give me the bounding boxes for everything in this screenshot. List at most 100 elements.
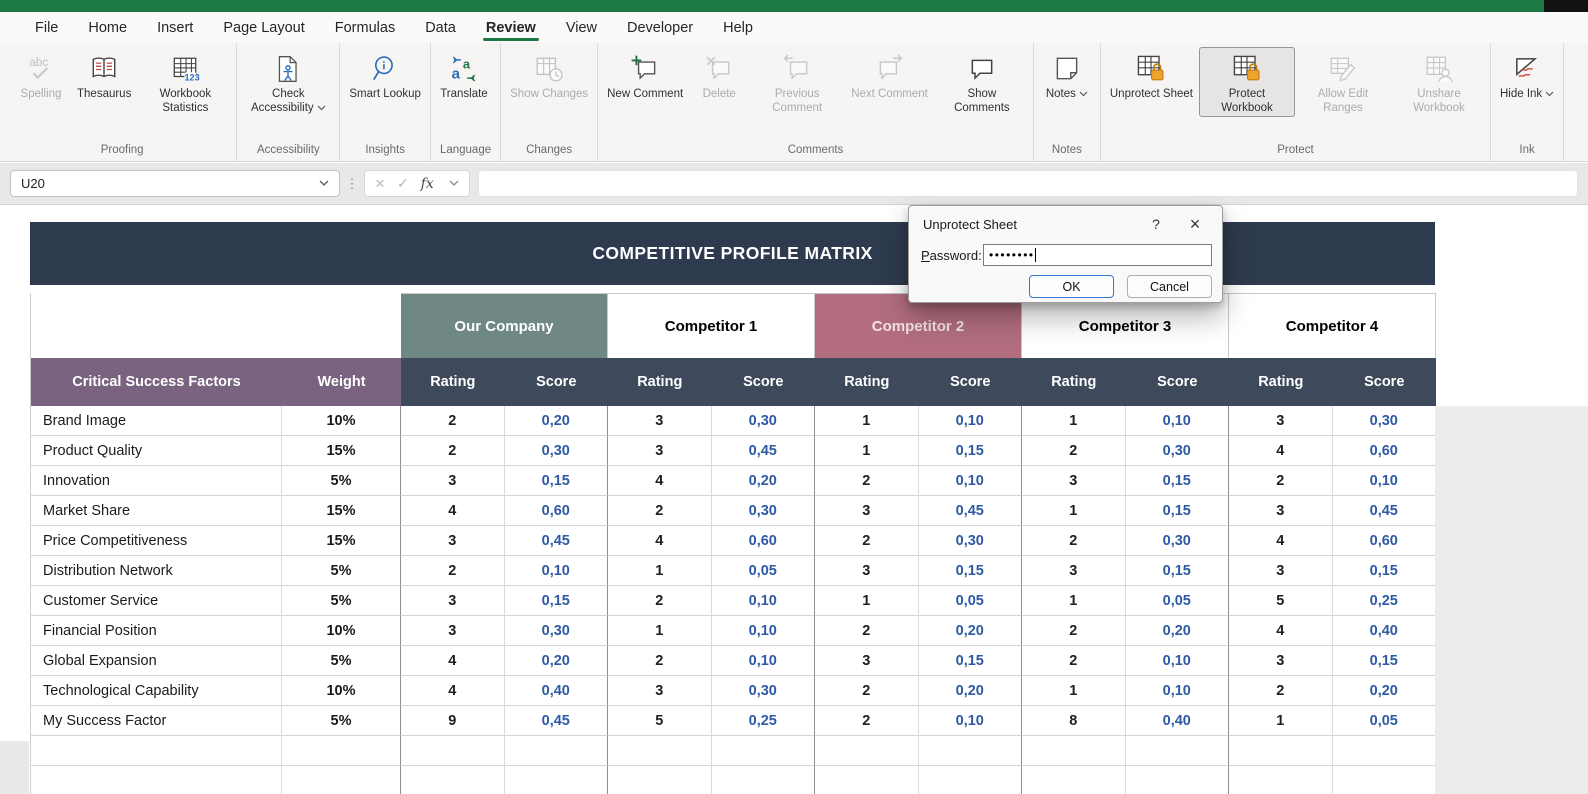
cell-score[interactable]: 0,10 bbox=[1332, 466, 1436, 496]
cell-factor[interactable]: Financial Position bbox=[31, 616, 282, 646]
cell-score[interactable]: 0,20 bbox=[1125, 616, 1229, 646]
cell-score[interactable]: 0,45 bbox=[1332, 496, 1436, 526]
column-header-score[interactable]: Score bbox=[711, 358, 815, 406]
cell-rating[interactable]: 2 bbox=[1022, 436, 1126, 466]
cell-factor[interactable]: My Success Factor bbox=[31, 706, 282, 736]
cell-rating[interactable]: 5 bbox=[608, 706, 712, 736]
cell-weight[interactable]: 15% bbox=[282, 436, 401, 466]
name-box-options-icon[interactable]: ⋮ bbox=[342, 176, 362, 192]
cell-rating[interactable]: 3 bbox=[401, 586, 505, 616]
cell-weight[interactable]: 5% bbox=[282, 586, 401, 616]
cell-score[interactable]: 0,10 bbox=[711, 646, 815, 676]
cell-rating[interactable]: 3 bbox=[608, 406, 712, 436]
empty-cell[interactable] bbox=[608, 736, 712, 766]
cell-score[interactable]: 0,10 bbox=[504, 556, 608, 586]
column-header-rating[interactable]: Rating bbox=[1229, 358, 1333, 406]
empty-cell[interactable] bbox=[1229, 736, 1333, 766]
cell-score[interactable]: 0,10 bbox=[918, 466, 1022, 496]
cell-rating[interactable]: 3 bbox=[815, 646, 919, 676]
cell-rating[interactable]: 3 bbox=[815, 496, 919, 526]
cell-factor[interactable]: Distribution Network bbox=[31, 556, 282, 586]
company-header-competitor-1[interactable]: Competitor 1 bbox=[608, 293, 815, 358]
cell-score[interactable]: 0,30 bbox=[711, 406, 815, 436]
check-accessibility-button[interactable]: Check Accessibility bbox=[240, 47, 336, 117]
cell-score[interactable]: 0,20 bbox=[1332, 676, 1436, 706]
insert-function-icon[interactable]: fx bbox=[421, 176, 434, 192]
translate-button[interactable]: a a Translate bbox=[434, 47, 494, 102]
column-header-score[interactable]: Score bbox=[1125, 358, 1229, 406]
column-header-factors[interactable]: Critical Success Factors bbox=[31, 358, 282, 406]
cell-score[interactable]: 0,10 bbox=[711, 616, 815, 646]
cell-weight[interactable]: 10% bbox=[282, 406, 401, 436]
cell-rating[interactable]: 2 bbox=[608, 646, 712, 676]
column-header-score[interactable]: Score bbox=[504, 358, 608, 406]
cell-score[interactable]: 0,05 bbox=[1332, 706, 1436, 736]
cell-score[interactable]: 0,60 bbox=[1332, 526, 1436, 556]
cell-rating[interactable]: 3 bbox=[401, 616, 505, 646]
company-header-competitor-4[interactable]: Competitor 4 bbox=[1229, 293, 1436, 358]
show-comments-button[interactable]: Show Comments bbox=[934, 47, 1030, 117]
empty-cell[interactable] bbox=[31, 736, 282, 766]
cell-score[interactable]: 0,15 bbox=[1125, 466, 1229, 496]
cell-weight[interactable]: 5% bbox=[282, 646, 401, 676]
cell-score[interactable]: 0,15 bbox=[504, 466, 608, 496]
empty-cell[interactable] bbox=[918, 736, 1022, 766]
cell-rating[interactable]: 2 bbox=[401, 436, 505, 466]
cell-rating[interactable]: 4 bbox=[401, 676, 505, 706]
cell-rating[interactable]: 4 bbox=[1229, 436, 1333, 466]
password-input[interactable]: •••••••• bbox=[983, 244, 1212, 266]
help-icon[interactable]: ? bbox=[1144, 216, 1168, 232]
cell-rating[interactable]: 2 bbox=[815, 616, 919, 646]
cell-rating[interactable]: 4 bbox=[401, 646, 505, 676]
unprotect-sheet-button[interactable]: Unprotect Sheet bbox=[1104, 47, 1199, 102]
cell-score[interactable]: 0,30 bbox=[504, 616, 608, 646]
empty-cell[interactable] bbox=[1332, 766, 1436, 794]
cell-factor[interactable]: Technological Capability bbox=[31, 676, 282, 706]
cell-score[interactable]: 0,30 bbox=[711, 496, 815, 526]
cell-score[interactable]: 0,05 bbox=[918, 586, 1022, 616]
enter-entry-icon[interactable]: ✓ bbox=[397, 175, 409, 192]
empty-cell[interactable] bbox=[608, 766, 712, 794]
new-comment-button[interactable]: New Comment bbox=[601, 47, 689, 102]
cell-score[interactable]: 0,20 bbox=[504, 406, 608, 436]
empty-cell[interactable] bbox=[1332, 736, 1436, 766]
column-header-rating[interactable]: Rating bbox=[401, 358, 505, 406]
cell-score[interactable]: 0,15 bbox=[1125, 496, 1229, 526]
tab-file[interactable]: File bbox=[20, 12, 73, 43]
cell-score[interactable]: 0,45 bbox=[504, 526, 608, 556]
cell-factor[interactable]: Customer Service bbox=[31, 586, 282, 616]
cell-rating[interactable]: 2 bbox=[815, 706, 919, 736]
empty-cell[interactable] bbox=[282, 766, 401, 794]
cell-rating[interactable]: 3 bbox=[1229, 496, 1333, 526]
cell-rating[interactable]: 3 bbox=[1022, 466, 1126, 496]
column-header-weight[interactable]: Weight bbox=[282, 358, 401, 406]
cell-score[interactable]: 0,10 bbox=[1125, 676, 1229, 706]
cell-rating[interactable]: 3 bbox=[1022, 556, 1126, 586]
cell-rating[interactable]: 4 bbox=[1229, 616, 1333, 646]
cell-rating[interactable]: 5 bbox=[1229, 586, 1333, 616]
cell-score[interactable]: 0,60 bbox=[1332, 436, 1436, 466]
cell-rating[interactable]: 3 bbox=[1229, 406, 1333, 436]
worksheet[interactable]: COMPETITIVE PROFILE MATRIX Our Company Co… bbox=[0, 205, 1588, 794]
cell-score[interactable]: 0,15 bbox=[1332, 646, 1436, 676]
empty-cell[interactable] bbox=[711, 736, 815, 766]
cell-score[interactable]: 0,60 bbox=[711, 526, 815, 556]
company-header-our-company[interactable]: Our Company bbox=[401, 293, 608, 358]
tab-home[interactable]: Home bbox=[73, 12, 142, 43]
cell-rating[interactable]: 3 bbox=[608, 436, 712, 466]
cell-rating[interactable]: 1 bbox=[608, 616, 712, 646]
cell-score[interactable]: 0,20 bbox=[504, 646, 608, 676]
tab-developer[interactable]: Developer bbox=[612, 12, 708, 43]
cell-score[interactable]: 0,10 bbox=[1125, 646, 1229, 676]
cell-score[interactable]: 0,15 bbox=[1332, 556, 1436, 586]
empty-cell[interactable] bbox=[504, 736, 608, 766]
cell-rating[interactable]: 4 bbox=[1229, 526, 1333, 556]
column-header-rating[interactable]: Rating bbox=[608, 358, 712, 406]
cell-score[interactable]: 0,05 bbox=[1125, 586, 1229, 616]
cell-rating[interactable]: 2 bbox=[401, 406, 505, 436]
cell-score[interactable]: 0,40 bbox=[1332, 616, 1436, 646]
empty-cell[interactable] bbox=[31, 293, 401, 358]
cell-rating[interactable]: 1 bbox=[1229, 706, 1333, 736]
notes-button[interactable]: Notes bbox=[1037, 47, 1097, 102]
cell-rating[interactable]: 4 bbox=[608, 466, 712, 496]
